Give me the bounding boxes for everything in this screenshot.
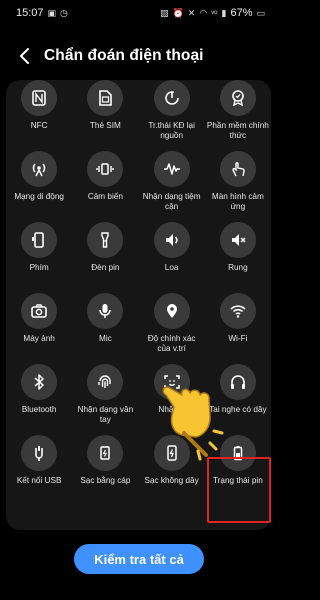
- diagnostics-grid: NFC Thẻ SIM Tr.thái KĐ lại nguồn Phần mềm c…: [6, 80, 271, 506]
- vibrate-mute-icon: [219, 222, 256, 258]
- diagnostic-test-label: Độ chính xác của v.trí: [147, 334, 196, 353]
- diagnostic-test-item[interactable]: Độ chính xác của v.trí: [139, 293, 205, 364]
- battery-icon: ▭: [256, 7, 265, 18]
- diagnostic-test-item[interactable]: Máy ảnh: [6, 293, 72, 364]
- signal-icon: ▮: [221, 7, 227, 18]
- app-bar: Chẩn đoán điện thoại: [0, 38, 277, 74]
- battery-percent: 67%: [230, 7, 253, 19]
- diagnostic-test-item[interactable]: Phần mềm chính thức: [205, 80, 271, 151]
- status-time: 15:07: [16, 7, 44, 19]
- touch-hand-icon: [219, 151, 256, 187]
- pointer-hand-icon: [162, 386, 224, 461]
- clock-icon: ◷: [60, 7, 68, 18]
- diagnostic-test-label: Mạng di động: [14, 192, 64, 201]
- diagnostic-test-item[interactable]: Đèn pin: [72, 222, 138, 293]
- diagnostic-test-item[interactable]: Kết nối USB: [6, 435, 72, 506]
- navigation-bar: [0, 582, 277, 600]
- diagnostic-test-label: Màn hình cảm ứng: [211, 192, 264, 211]
- sim-card-icon: [87, 80, 124, 116]
- photo-icon: ▨: [160, 7, 169, 18]
- screen-record-icon: ▣: [47, 7, 57, 18]
- cellular-network-icon: [21, 151, 58, 187]
- diagnostic-test-label: Mic: [99, 334, 112, 343]
- mute-icon: ✕: [187, 7, 196, 18]
- diagnostic-test-label: Nhận dạng vân tay: [77, 405, 134, 424]
- diagnostic-test-item[interactable]: Cảm biến: [72, 151, 138, 222]
- status-bar: 15:07 ▣ ◷ ▨ ⏰ ✕ ◠ ᵛᵒ ▮ 67% ▭: [0, 0, 277, 26]
- diagnostic-test-label: Sạc bằng cáp: [80, 476, 131, 485]
- certified-badge-icon: [219, 80, 256, 116]
- diagnostic-test-label: Tr.thái KĐ lại nguồn: [148, 121, 195, 140]
- diagnostic-test-item[interactable]: Rung: [205, 222, 271, 293]
- diagnostic-test-item[interactable]: Sạc bằng cáp: [72, 435, 138, 506]
- wifi-icon: ◠: [199, 7, 208, 18]
- back-button[interactable]: [14, 42, 34, 70]
- diagnostic-test-item[interactable]: Thẻ SIM: [72, 80, 138, 151]
- headphones-icon: [219, 364, 256, 400]
- diagnostic-test-item[interactable]: Nhận dạng vân tay: [72, 364, 138, 435]
- speaker-icon: [153, 222, 190, 258]
- flashlight-icon: [87, 222, 124, 258]
- page-title: Chẩn đoán điện thoại: [44, 47, 204, 64]
- diagnostic-test-label: Phần mềm chính thức: [206, 121, 269, 140]
- sensor-vibrate-icon: [87, 151, 124, 187]
- diagnostic-test-label: Thẻ SIM: [89, 121, 121, 130]
- diagnostic-test-label: Cảm biến: [87, 192, 123, 201]
- volte-icon: ᵛᵒ: [211, 8, 218, 18]
- diagnostic-test-item[interactable]: Mạng di động: [6, 151, 72, 222]
- location-pin-icon: [153, 293, 190, 329]
- diagnostic-test-label: NFC: [30, 121, 48, 130]
- wifi-test-icon: [219, 293, 256, 329]
- diagnostic-test-item[interactable]: Phím: [6, 222, 72, 293]
- back-arrow-icon: [20, 48, 29, 64]
- phone-button-icon: [21, 222, 58, 258]
- power-reboot-icon: [153, 80, 190, 116]
- bluetooth-icon: [21, 364, 58, 400]
- diagnostic-test-item[interactable]: Tr.thái KĐ lại nguồn: [139, 80, 205, 151]
- diagnostic-test-label: Wi-Fi: [228, 334, 248, 343]
- nfc-icon: [21, 80, 58, 116]
- diagnostic-test-item[interactable]: Nhận dạng tiệm cận: [139, 151, 205, 222]
- alarm-icon: ⏰: [172, 7, 184, 18]
- diagnostic-test-item[interactable]: Loa: [139, 222, 205, 293]
- test-all-button[interactable]: Kiểm tra tất cả: [74, 544, 204, 574]
- diagnostic-test-item[interactable]: Bluetooth: [6, 364, 72, 435]
- diagnostic-test-item[interactable]: NFC: [6, 80, 72, 151]
- diagnostic-test-label: Phím: [29, 263, 49, 272]
- diagnostic-test-label: Loa: [164, 263, 179, 272]
- camera-icon: [21, 293, 58, 329]
- diagnostic-test-label: Đèn pin: [91, 263, 120, 272]
- diagnostic-test-label: Sạc không dây: [144, 476, 199, 485]
- proximity-wave-icon: [153, 151, 190, 187]
- diagnostic-test-label: Kết nối USB: [16, 476, 62, 485]
- diagnostic-test-item[interactable]: Màn hình cảm ứng: [205, 151, 271, 222]
- fingerprint-icon: [87, 364, 124, 400]
- highlight-box: [207, 457, 271, 523]
- diagnostic-test-label: Máy ảnh: [23, 334, 55, 343]
- diagnostic-test-label: Bluetooth: [21, 405, 57, 414]
- cable-charging-icon: [87, 435, 124, 471]
- microphone-icon: [87, 293, 124, 329]
- diagnostic-test-item[interactable]: Mic: [72, 293, 138, 364]
- diagnostic-test-item[interactable]: Wi-Fi: [205, 293, 271, 364]
- diagnostic-test-label: Rung: [228, 263, 248, 272]
- diagnostic-test-label: Nhận dạng tiệm cận: [142, 192, 201, 211]
- usb-connection-icon: [21, 435, 58, 471]
